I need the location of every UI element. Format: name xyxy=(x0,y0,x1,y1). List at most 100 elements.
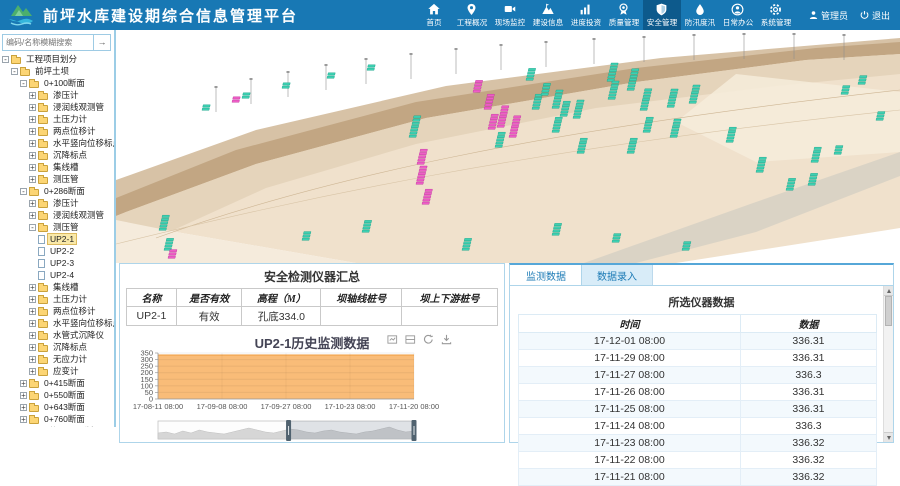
summary-col-header: 是否有效 xyxy=(176,289,241,307)
collapse-icon[interactable]: - xyxy=(29,224,36,231)
dam-3d-view[interactable] xyxy=(116,30,900,263)
arrow-up-icon xyxy=(887,289,891,293)
instrument-summary-panel: 安全检测仪器汇总 名称是否有效高程（M）坝轴线桩号坝上下游桩号 UP2-1有效孔… xyxy=(119,263,505,443)
expand-icon[interactable]: + xyxy=(20,380,27,387)
refresh-icon[interactable] xyxy=(423,334,434,345)
nav-item-overview[interactable]: 工程概况 xyxy=(453,0,491,30)
expand-icon[interactable]: + xyxy=(29,320,36,327)
search-button[interactable]: → xyxy=(94,34,111,51)
arrow-down-icon xyxy=(887,436,891,440)
monitor-cell: 336.31 xyxy=(740,384,876,401)
folder-icon xyxy=(38,153,48,160)
table-row[interactable]: 17-11-27 08:00336.3 xyxy=(519,367,877,384)
scroll-down-button[interactable] xyxy=(884,432,893,442)
table-row[interactable]: 17-12-01 08:00336.31 xyxy=(519,333,877,350)
expand-icon[interactable]: + xyxy=(29,176,36,183)
expand-icon[interactable]: + xyxy=(29,332,36,339)
file-icon xyxy=(38,235,45,244)
app-title: 前坪水库建设期综合信息管理平台 xyxy=(43,5,298,26)
nav-item-monitor[interactable]: 现场监控 xyxy=(491,0,529,30)
folder-icon xyxy=(38,129,48,136)
expand-icon[interactable]: + xyxy=(29,116,36,123)
folder-icon xyxy=(38,177,48,184)
table-row[interactable]: 17-11-21 08:00336.32 xyxy=(519,469,877,486)
table-row[interactable]: 17-11-23 08:00336.32 xyxy=(519,435,877,452)
expand-icon[interactable]: + xyxy=(29,152,36,159)
dam-3d-model xyxy=(116,30,900,263)
expand-icon[interactable]: + xyxy=(29,128,36,135)
zoom-box-icon[interactable] xyxy=(387,334,398,345)
collapse-icon[interactable]: - xyxy=(2,56,9,63)
tab-监测数据[interactable]: 监测数据 xyxy=(510,265,582,285)
nav-item-office[interactable]: 日常办公 xyxy=(719,0,757,30)
restore-box-icon[interactable] xyxy=(405,334,416,345)
tree-node-UP2-1[interactable]: UP2-1 xyxy=(0,233,114,245)
tree-node-UP2-2[interactable]: UP2-2 xyxy=(0,245,114,257)
nav-item-safety[interactable]: 安全管理 xyxy=(643,0,681,30)
nav-item-flood[interactable]: 防汛度汛 xyxy=(681,0,719,30)
person-circle-icon xyxy=(731,3,744,16)
expand-icon[interactable]: + xyxy=(29,356,36,363)
nav-item-construction[interactable]: 建设信息 xyxy=(529,0,567,30)
expand-icon[interactable]: + xyxy=(29,308,36,315)
folder-icon xyxy=(38,297,48,304)
nav-item-system[interactable]: 系统管理 xyxy=(757,0,795,30)
expand-icon[interactable]: + xyxy=(29,92,36,99)
tree-node-UP2-3[interactable]: UP2-3 xyxy=(0,257,114,269)
scroll-up-button[interactable] xyxy=(884,286,893,296)
current-user[interactable]: 管理员 xyxy=(809,9,848,22)
summary-cell: UP2-1 xyxy=(127,307,177,326)
nav-label: 日常办公 xyxy=(723,17,753,27)
collapse-icon[interactable]: - xyxy=(11,68,18,75)
expand-icon[interactable]: + xyxy=(29,200,36,207)
monitor-cell: 336.32 xyxy=(740,435,876,452)
expand-icon[interactable]: + xyxy=(29,368,36,375)
collapse-icon[interactable]: - xyxy=(20,80,27,87)
vertical-scrollbar[interactable] xyxy=(883,286,893,442)
nav-item-quality[interactable]: 质量管理 xyxy=(605,0,643,30)
svg-text:17-11-20 08:00: 17-11-20 08:00 xyxy=(389,402,439,411)
datazoom-slider[interactable] xyxy=(122,420,502,442)
expand-icon[interactable]: + xyxy=(29,104,36,111)
nav-label: 建设信息 xyxy=(533,17,563,27)
collapse-icon[interactable]: - xyxy=(20,188,27,195)
tree-label: UP2-1 xyxy=(47,233,77,245)
monitor-cell: 336.31 xyxy=(740,350,876,367)
expand-icon[interactable]: + xyxy=(29,284,36,291)
scrollbar-thumb[interactable] xyxy=(885,296,892,326)
table-row[interactable]: 17-11-22 08:00336.32 xyxy=(519,452,877,469)
folder-icon xyxy=(38,321,48,328)
expand-icon[interactable]: + xyxy=(20,404,27,411)
svg-text:17-08-11 08:00: 17-08-11 08:00 xyxy=(133,402,183,411)
summary-cell: 孔底334.0 xyxy=(242,307,321,326)
download-icon[interactable] xyxy=(441,334,452,345)
tree-node-测压管[interactable]: -测压管 xyxy=(0,221,114,233)
monitor-cell: 336.3 xyxy=(740,367,876,384)
nav-label: 安全管理 xyxy=(647,17,677,27)
expand-icon[interactable]: + xyxy=(20,416,27,423)
monitor-cell: 336.32 xyxy=(740,469,876,486)
expand-icon[interactable]: + xyxy=(29,164,36,171)
expand-icon[interactable]: + xyxy=(29,140,36,147)
table-row[interactable]: 17-11-29 08:00336.31 xyxy=(519,350,877,367)
logout-button[interactable]: 退出 xyxy=(860,9,890,22)
expand-icon[interactable]: + xyxy=(29,212,36,219)
folder-icon xyxy=(38,213,48,220)
nav-item-progress[interactable]: 进度投资 xyxy=(567,0,605,30)
table-row[interactable]: 17-11-26 08:00336.31 xyxy=(519,384,877,401)
table-row[interactable]: 17-11-25 08:00336.31 xyxy=(519,401,877,418)
monitor-cell: 17-11-23 08:00 xyxy=(519,435,741,452)
svg-text:17-09-08 08:00: 17-09-08 08:00 xyxy=(197,402,248,411)
mountain-icon xyxy=(541,3,555,16)
expand-icon[interactable]: + xyxy=(29,344,36,351)
table-row[interactable]: 17-11-24 08:00336.3 xyxy=(519,418,877,435)
expand-icon[interactable]: + xyxy=(29,296,36,303)
nav-item-home[interactable]: 首页 xyxy=(415,0,453,30)
summary-title: 安全检测仪器汇总 xyxy=(120,268,504,285)
monitor-cell: 17-11-24 08:00 xyxy=(519,418,741,435)
expand-icon[interactable]: + xyxy=(20,392,27,399)
tab-数据录入[interactable]: 数据录入 xyxy=(582,265,653,285)
nav-label: 现场监控 xyxy=(495,17,525,27)
search-input[interactable] xyxy=(2,34,94,51)
summary-col-header: 坝上下游桩号 xyxy=(402,289,498,307)
